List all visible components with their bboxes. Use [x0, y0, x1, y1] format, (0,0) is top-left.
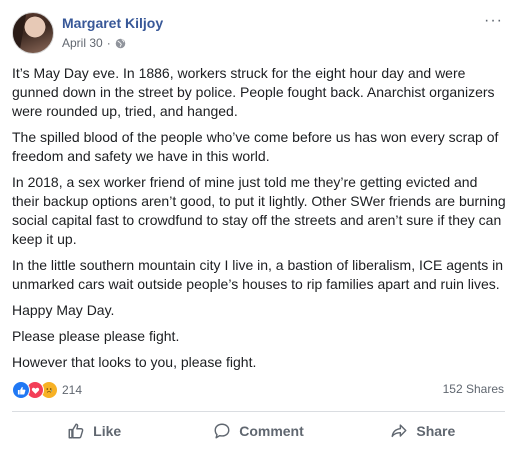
comment-icon	[214, 423, 230, 439]
share-button[interactable]: Share	[341, 414, 505, 448]
share-arrow-icon	[391, 424, 407, 438]
divider	[12, 411, 505, 412]
share-label: Share	[416, 423, 456, 439]
share-count[interactable]: 152 Shares	[443, 382, 504, 396]
thumbs-up-icon	[68, 423, 84, 439]
globe-icon[interactable]	[115, 38, 126, 49]
facebook-post: Margaret Kiljoy April 30 · ··· It’s May …	[0, 0, 517, 451]
more-options-icon[interactable]: ···	[484, 13, 503, 29]
post-paragraph: Please please please fight.	[12, 328, 180, 344]
author-avatar[interactable]	[12, 12, 54, 54]
like-reaction-icon	[12, 381, 30, 399]
post-paragraph: However that looks to you, please fight.	[12, 354, 257, 370]
comment-label: Comment	[239, 423, 304, 439]
post-header: Margaret Kiljoy April 30 · ···	[12, 12, 505, 56]
post-paragraph: Happy May Day.	[12, 302, 115, 318]
post-paragraph: The spilled blood of the people who’ve c…	[12, 129, 499, 164]
post-paragraph: It’s May Day eve. In 1886, workers struc…	[12, 65, 495, 119]
post-paragraph: In the little southern mountain city I l…	[12, 257, 504, 292]
like-label: Like	[93, 423, 122, 439]
avatar-image	[13, 13, 53, 53]
reaction-count: 214	[62, 383, 83, 397]
comment-button[interactable]: Comment	[176, 414, 340, 448]
post-actions: Like Comment Share	[12, 414, 505, 448]
author-name[interactable]: Margaret Kiljoy	[62, 15, 163, 31]
like-button[interactable]: Like	[12, 414, 176, 448]
post-body: It’s May Day eve. In 1886, workers struc…	[12, 64, 508, 379]
reactions-summary[interactable]: 214	[12, 381, 82, 399]
post-paragraph: In 2018, a sex worker friend of mine jus…	[12, 174, 506, 247]
post-date[interactable]: April 30	[62, 36, 103, 50]
post-meta: April 30 ·	[62, 36, 126, 50]
